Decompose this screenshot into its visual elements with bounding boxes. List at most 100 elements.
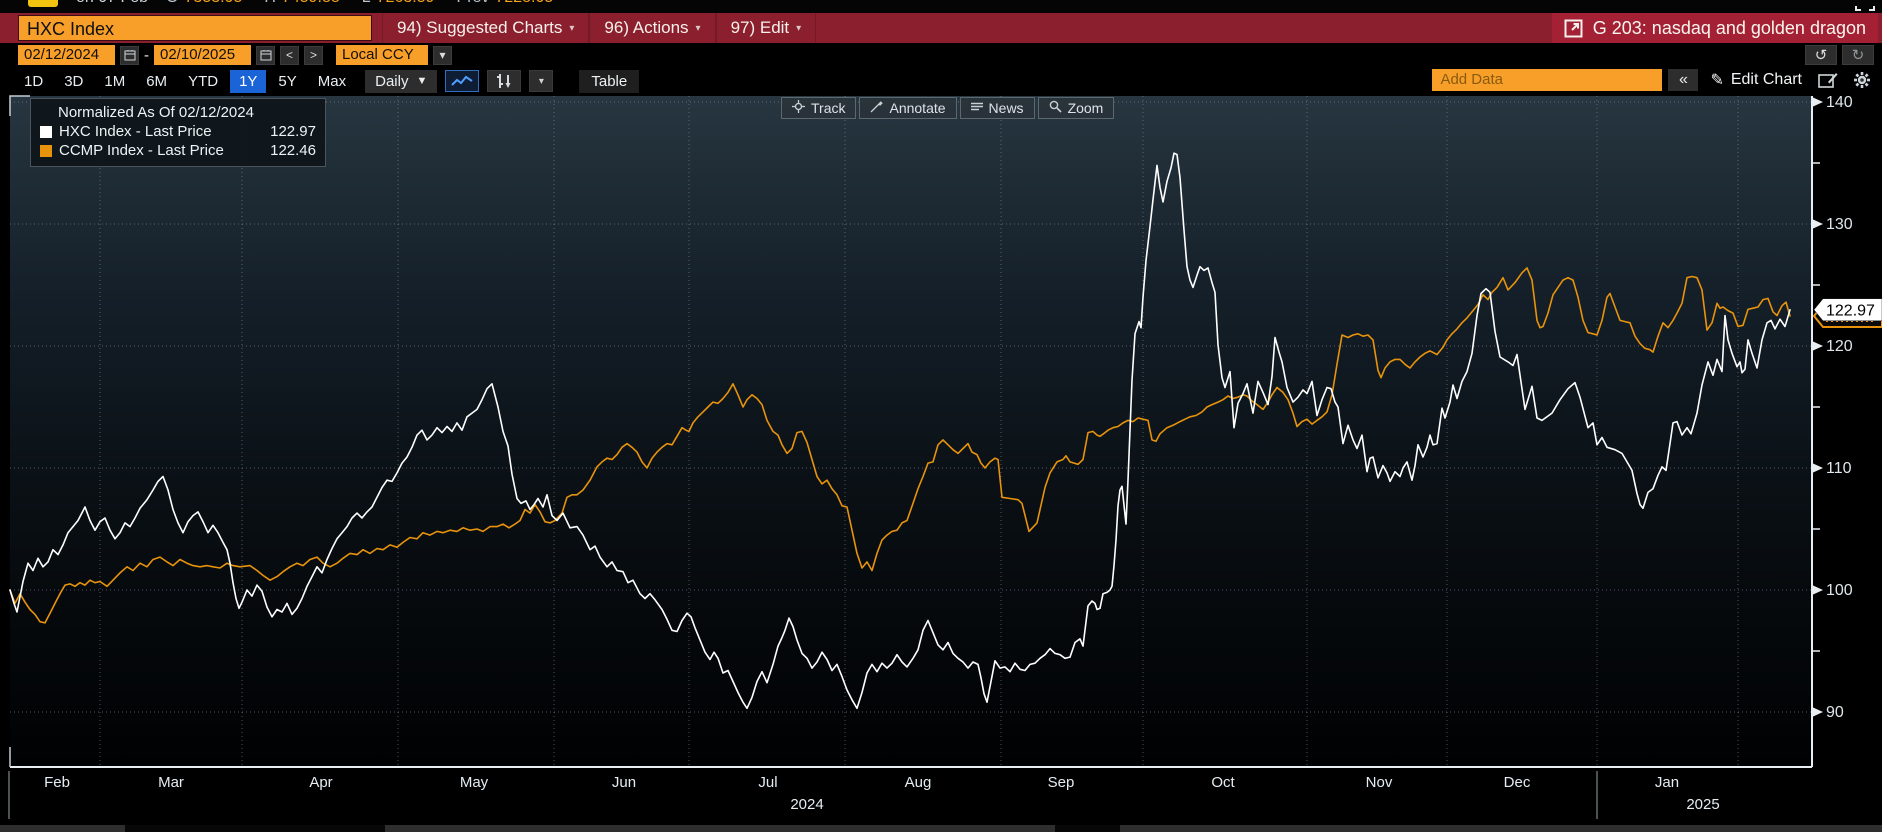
period-5y[interactable]: 5Y [269, 70, 305, 93]
chart-toolbar: 1D3D1M6MYTD1Y5YMax Daily ▼ ▾ Table Add D… [0, 67, 1882, 95]
end-calendar-icon[interactable] [256, 46, 275, 65]
x-tick-label: Aug [905, 774, 932, 791]
menu--edit[interactable]: 97) Edit▾ [716, 13, 817, 43]
bar-chart-type-button[interactable] [487, 70, 521, 92]
y-tick-label: 120 [1826, 338, 1853, 355]
series-value: 122.46 [270, 142, 316, 159]
y-tick-arrow [1812, 219, 1823, 229]
y-tick-label: 130 [1826, 216, 1853, 233]
price-tag-value: 122.97 [1826, 302, 1875, 319]
range-back-button[interactable]: < [280, 46, 299, 65]
pencil-icon: ✎ [1710, 70, 1723, 90]
y-tick-label: 110 [1826, 460, 1852, 477]
x-tick-label: Apr [309, 774, 332, 791]
series-value: 122.97 [270, 123, 316, 140]
start-date-input[interactable]: 02/12/2024 [18, 45, 115, 65]
x-tick-label: Nov [1366, 774, 1393, 791]
news-button[interactable]: News [960, 97, 1035, 119]
edit-chart-button[interactable]: ✎ Edit Chart [1704, 70, 1808, 90]
period-6m[interactable]: 6M [137, 70, 176, 93]
annotate-icon [870, 101, 883, 116]
zoom-icon [1049, 100, 1062, 116]
news-icon [971, 101, 983, 116]
legend-row: CCMP Index - Last Price 122.46 [40, 142, 316, 159]
y-tick-arrow [1812, 585, 1823, 595]
y-tick-arrow [1812, 707, 1823, 717]
y-tick-label: 90 [1826, 704, 1844, 721]
x-tick-label: Oct [1211, 774, 1235, 791]
export-icon[interactable] [1564, 19, 1583, 38]
start-calendar-icon[interactable] [120, 46, 139, 65]
series-label: HXC Index - Last Price [59, 123, 263, 140]
ticker-strip: on 07 Feb O7353.05 H7459.88 L7263.59 Prev72… [0, 0, 1882, 13]
y-tick-arrow [1812, 463, 1823, 473]
chevron-down-icon: ▼ [416, 75, 427, 87]
range-separator: - [144, 47, 149, 64]
y-tick-label: 100 [1826, 582, 1853, 599]
x-tick-label: Jan [1655, 774, 1679, 791]
chart-settings-icon[interactable] [1814, 69, 1842, 91]
bottom-strip [0, 825, 1882, 832]
currency-caret[interactable]: ▾ [433, 46, 452, 65]
x-tick-label: Mar [158, 774, 184, 791]
annotate-button[interactable]: Annotate [859, 97, 956, 119]
y-tick-label: 140 [1826, 94, 1853, 111]
quote-field: Prev7228.05 [457, 0, 554, 6]
period-3d[interactable]: 3D [55, 70, 92, 93]
x-tick-label: Dec [1504, 774, 1531, 791]
function-title: G 203: nasdaq and golden dragon [1593, 18, 1866, 39]
year-label: 2024 [790, 796, 823, 813]
x-tick-label: Sep [1048, 774, 1075, 791]
session-label: on 07 Feb [76, 0, 148, 7]
track-icon [792, 100, 805, 116]
series-label: CCMP Index - Last Price [59, 142, 263, 159]
zoom-button[interactable]: Zoom [1038, 97, 1115, 119]
quote-field: L7263.59 [362, 0, 435, 6]
line-chart-type-button[interactable] [445, 70, 479, 92]
range-forward-button[interactable]: > [304, 46, 323, 65]
add-data-input[interactable]: Add Data [1432, 69, 1662, 91]
snapshot-icon[interactable] [1854, 0, 1876, 12]
end-date-input[interactable]: 02/10/2025 [154, 45, 251, 65]
alert-icon [28, 0, 58, 7]
frequency-select[interactable]: Daily ▼ [365, 70, 437, 93]
function-title-box: G 203: nasdaq and golden dragon [1552, 13, 1878, 43]
function-bar: HXC Index 94) Suggested Charts▾96) Actio… [0, 13, 1882, 43]
chart-legend: Normalized As Of 02/12/2024 HXC Index - … [30, 98, 326, 167]
chart-type-caret[interactable]: ▾ [529, 70, 553, 92]
currency-select[interactable]: Local CCY [336, 45, 428, 65]
quote-field: O7353.05 [166, 0, 242, 6]
range-bar: 02/12/2024 - 02/10/2025 < > Local CCY ▾ … [0, 43, 1882, 67]
y-tick-arrow [1812, 341, 1823, 351]
x-tick-label: Feb [44, 774, 70, 791]
plot-area[interactable] [10, 96, 1812, 767]
security-input[interactable]: HXC Index [18, 15, 372, 41]
gear-icon[interactable] [1848, 69, 1876, 91]
x-tick-label: May [460, 774, 489, 791]
series-swatch [40, 145, 52, 157]
redo-icon[interactable]: ↻ [1842, 45, 1874, 65]
period-max[interactable]: Max [309, 70, 355, 93]
series-swatch [40, 126, 52, 138]
legend-title: Normalized As Of 02/12/2024 [40, 104, 316, 121]
quote-fields: O7353.05 H7459.88 L7263.59 Prev7228.05 [166, 0, 575, 7]
menu--actions[interactable]: 96) Actions▾ [589, 13, 715, 43]
y-tick-arrow [1812, 97, 1823, 107]
year-label: 2025 [1686, 796, 1719, 813]
period-ytd[interactable]: YTD [179, 70, 227, 93]
period-1y[interactable]: 1Y [230, 70, 266, 93]
period-1m[interactable]: 1M [95, 70, 134, 93]
quote-field: H7459.88 [264, 0, 339, 6]
table-button[interactable]: Table [579, 70, 639, 93]
legend-row: HXC Index - Last Price 122.97 [40, 123, 316, 140]
collapse-panel-button[interactable]: « [1668, 69, 1698, 91]
track-button[interactable]: Track [781, 97, 856, 119]
x-tick-label: Jun [612, 774, 636, 791]
chart-tools: TrackAnnotateNewsZoom [781, 97, 1114, 119]
period-1d[interactable]: 1D [15, 70, 52, 93]
frequency-label: Daily [375, 73, 408, 90]
edit-chart-label: Edit Chart [1731, 71, 1802, 89]
undo-icon[interactable]: ↺ [1805, 45, 1837, 65]
x-tick-label: Jul [758, 774, 777, 791]
menu--suggested-charts[interactable]: 94) Suggested Charts▾ [382, 13, 589, 43]
